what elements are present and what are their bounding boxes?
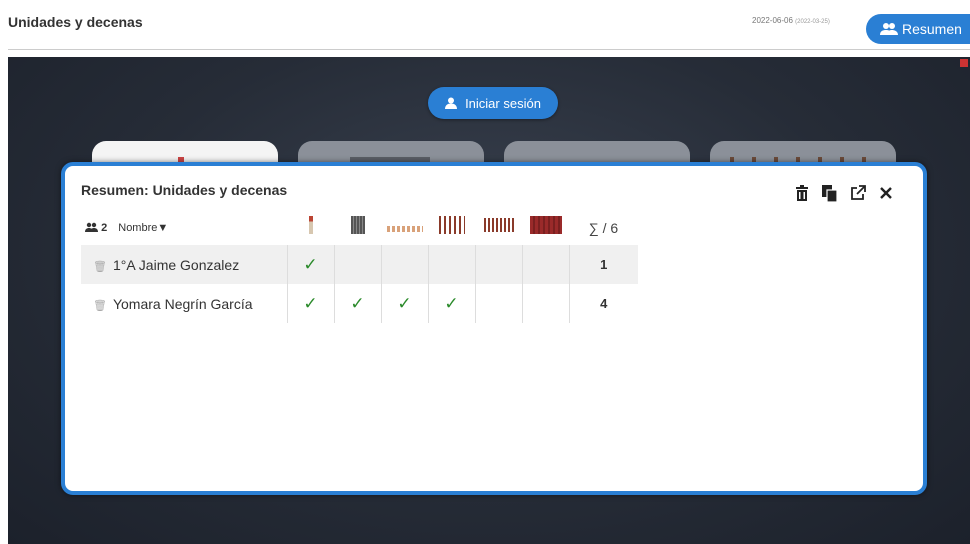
- result-cell: [521, 284, 569, 323]
- copy-icon[interactable]: [821, 184, 839, 202]
- activity-column-1[interactable]: [287, 210, 334, 245]
- users-icon: [880, 23, 898, 35]
- date-value: 2022-06-06: [752, 16, 793, 25]
- table-row: 🗑 Yomara Negrín García ✓ ✓ ✓ ✓ 4: [81, 284, 638, 323]
- result-cell: [427, 245, 475, 284]
- trash-icon[interactable]: [793, 184, 811, 202]
- result-cell: [380, 245, 428, 284]
- activity-column-4[interactable]: [428, 210, 475, 245]
- login-button[interactable]: Iniciar sesión: [428, 87, 558, 119]
- sum-column-header[interactable]: ∑ / 6: [569, 210, 638, 245]
- student-name: 1°A Jaime Gonzalez: [112, 256, 240, 273]
- result-cell: [474, 245, 522, 284]
- table-row: 🗑 1°A Jaime Gonzalez ✓ 1: [81, 245, 638, 284]
- activity-column-3[interactable]: [381, 210, 428, 245]
- result-cell: ✓: [427, 284, 475, 323]
- top-bar: Unidades y decenas 2022-06-06 (2022-03-2…: [0, 0, 970, 50]
- summary-table: 2 Nombre▼ ∑ / 6 🗑 1°A Jaime Gonzalez ✓ 1…: [81, 210, 638, 323]
- result-cell: ✓: [333, 284, 381, 323]
- trash-icon[interactable]: 🗑: [93, 300, 107, 312]
- total-cell: 1: [568, 245, 638, 284]
- trash-icon[interactable]: 🗑: [93, 261, 107, 273]
- name-column-header[interactable]: 2 Nombre▼: [81, 210, 287, 245]
- external-link-icon[interactable]: [849, 184, 867, 202]
- student-name-cell: 🗑 1°A Jaime Gonzalez: [81, 245, 287, 284]
- name-header-label: Nombre▼: [118, 221, 169, 234]
- users-icon: [85, 222, 98, 232]
- result-cell: [521, 245, 569, 284]
- resumen-button[interactable]: Resumen: [866, 14, 970, 44]
- date-label: 2022-06-06 (2022-03-25): [752, 16, 830, 25]
- activity-column-5[interactable]: [475, 210, 522, 245]
- total-cell: 4: [568, 284, 638, 323]
- page-title: Unidades y decenas: [8, 14, 143, 30]
- divider: [8, 49, 970, 50]
- activity-column-2[interactable]: [334, 210, 381, 245]
- modal-title: Resumen: Unidades y decenas: [81, 182, 288, 198]
- student-name-cell: 🗑 Yomara Negrín García: [81, 284, 287, 323]
- student-count: 2: [101, 221, 108, 234]
- result-cell: [474, 284, 522, 323]
- student-name: Yomara Negrín García: [112, 295, 253, 312]
- result-cell: [333, 245, 381, 284]
- result-cell: ✓: [286, 284, 334, 323]
- modal-toolbar: [793, 184, 895, 202]
- login-label: Iniciar sesión: [465, 95, 541, 111]
- result-cell: ✓: [380, 284, 428, 323]
- user-icon: [445, 97, 458, 109]
- table-header-row: 2 Nombre▼ ∑ / 6: [81, 210, 638, 245]
- resumen-label: Resumen: [902, 21, 962, 37]
- close-icon[interactable]: [877, 184, 895, 202]
- result-cell: ✓: [286, 245, 334, 284]
- summary-modal: Resumen: Unidades y decenas 2 Nombre▼ ∑ …: [61, 162, 927, 495]
- close-corner-icon[interactable]: [960, 59, 968, 67]
- activity-column-6[interactable]: [522, 210, 569, 245]
- date-sub: (2022-03-25): [795, 19, 830, 25]
